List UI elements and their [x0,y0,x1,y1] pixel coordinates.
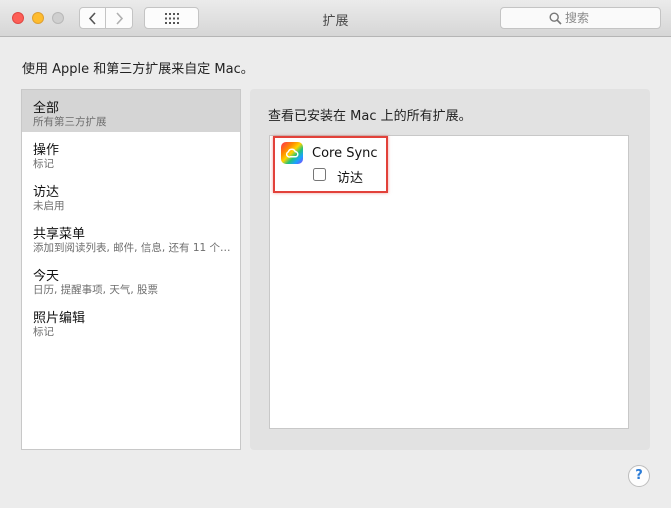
search-input[interactable] [565,10,655,26]
sidebar-item-finder[interactable]: 访达 未启用 [22,174,240,216]
sidebar-item-actions[interactable]: 操作 标记 [22,132,240,174]
intro-text: 使用 Apple 和第三方扩展来自定 Mac。 [22,62,254,77]
sidebar-item-subtitle: 未启用 [33,200,65,212]
sidebar-item-subtitle: 标记 [33,158,54,170]
title-bar: 扩展 [0,0,671,37]
checkbox-label: 访达 [337,171,364,186]
search-icon [549,12,562,25]
finder-extension-checkbox[interactable] [313,168,326,181]
sidebar-item-today[interactable]: 今天 日历, 提醒事项, 天气, 股票 [22,258,240,300]
panel-header: 查看已安装在 Mac 上的所有扩展。 [268,109,472,124]
extension-app-name: Core Sync [312,146,378,161]
sidebar-item-subtitle: 添加到阅读列表, 邮件, 信息, 还有 11 个… [33,242,231,254]
sidebar-item-all[interactable]: 全部 所有第三方扩展 [22,90,240,132]
sidebar-item-subtitle: 所有第三方扩展 [33,116,107,128]
help-button[interactable]: ? [628,465,650,487]
sidebar-item-subtitle: 日历, 提醒事项, 天气, 股票 [33,284,159,296]
sidebar-item-subtitle: 标记 [33,326,54,338]
sidebar-item-photos-editing[interactable]: 照片编辑 标记 [22,300,240,342]
sidebar-item-share-menu[interactable]: 共享菜单 添加到阅读列表, 邮件, 信息, 还有 11 个… [22,216,240,258]
creative-cloud-icon [281,142,303,164]
search-field[interactable] [500,7,661,29]
extension-category-list: 全部 所有第三方扩展 操作 标记 访达 未启用 共享菜单 添加到阅读列表, 邮件… [21,89,241,450]
